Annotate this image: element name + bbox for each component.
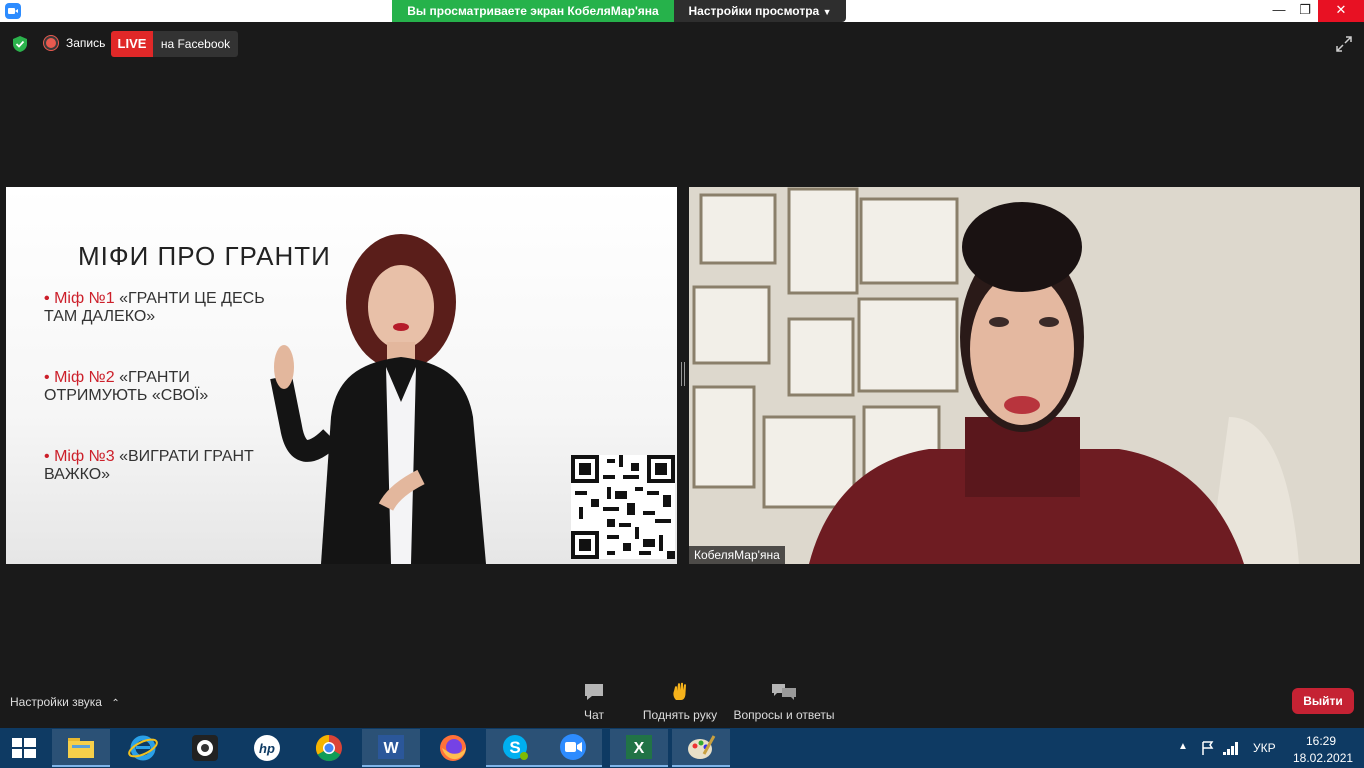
bullet-3: • (44, 448, 50, 465)
bullet-2: • (44, 369, 50, 386)
myth-2-line1: «ГРАНТИ (114, 369, 190, 386)
presenter-photo (270, 234, 486, 564)
folder-icon (68, 738, 94, 758)
action-center-flag-icon[interactable] (1200, 740, 1216, 756)
windows-start-icon[interactable] (0, 728, 48, 768)
chevron-down-icon: ▼ (822, 7, 832, 17)
recording-icon (44, 36, 58, 50)
chat-button[interactable]: Чат (575, 682, 613, 722)
myth-2: • Міф №2 «ГРАНТИ ОТРИМУЮТЬ «СВОЇ» (44, 369, 208, 405)
input-language[interactable]: УКР (1253, 741, 1276, 755)
split-view-handle[interactable] (681, 362, 685, 386)
myth-2-line2: ОТРИМУЮТЬ «СВОЇ» (44, 387, 209, 404)
video-frame (689, 187, 1360, 564)
clock-date[interactable]: 18.02.2021 (1293, 751, 1353, 765)
chevron-up-icon: ⌃ (111, 698, 120, 709)
myth-2-number: Міф №2 (54, 369, 115, 386)
svg-text:hp: hp (259, 741, 275, 756)
participant-video (689, 187, 1360, 564)
myth-1-number: Міф №1 (54, 290, 115, 307)
taskbar-file-explorer[interactable] (52, 729, 110, 767)
myth-3: • Міф №3 «ВИГРАТИ ГРАНТ ВАЖКО» (44, 448, 254, 484)
bullet-1: • (44, 290, 50, 307)
word-icon: W (378, 735, 404, 759)
audio-settings-label: Настройки звука (10, 695, 102, 709)
myth-3-number: Міф №3 (54, 448, 115, 465)
paint-icon (688, 735, 716, 759)
qr-code (571, 455, 675, 559)
taskbar-excel[interactable]: X (610, 729, 668, 767)
hand-icon (673, 682, 686, 700)
raise-hand-label: Поднять руку (642, 708, 718, 722)
tray-expand-icon[interactable]: ▲ (1178, 741, 1188, 752)
chat-label: Чат (584, 708, 604, 722)
myth-1: • Міф №1 «ГРАНТИ ЦЕ ДЕСЬ ТАМ ДАЛЕКО» (44, 290, 265, 326)
internet-explorer-icon (128, 735, 158, 761)
clock-time[interactable]: 16:29 (1306, 734, 1336, 748)
svg-text:W: W (383, 740, 399, 757)
taskbar-hp[interactable]: hp (238, 729, 296, 767)
myth-3-line2: ВАЖКО» (44, 466, 111, 483)
view-options-label: Настройки просмотра (688, 4, 820, 18)
leave-button[interactable]: Выйти (1292, 688, 1354, 714)
taskbar-paint[interactable] (672, 729, 730, 767)
taskbar-chrome[interactable] (300, 729, 358, 767)
recording-label[interactable]: Запись (66, 36, 105, 50)
shared-screen-slide: МІФИ ПРО ГРАНТИ • ​ • Міф №1 «ГРАНТИ ЦЕ … (6, 187, 677, 564)
chat-icon (585, 684, 603, 700)
chrome-icon (315, 734, 342, 762)
raise-hand-button[interactable]: Поднять руку (640, 682, 720, 722)
firefox-icon (440, 735, 466, 761)
svg-text:S: S (509, 738, 520, 757)
audio-settings-button[interactable]: Настройки звука ⌃ (10, 695, 120, 709)
taskbar-word[interactable]: W (362, 729, 420, 767)
excel-icon: X (626, 735, 652, 759)
restore-button[interactable]: ❐ (1290, 0, 1320, 22)
qa-button[interactable]: Вопросы и ответы (732, 682, 836, 722)
skype-icon: S (503, 735, 528, 760)
view-options-button[interactable]: Настройки просмотра ▼ (674, 0, 846, 22)
myth-3-line1: «ВИГРАТИ ГРАНТ (114, 448, 254, 465)
taskbar-internet-explorer[interactable] (114, 729, 172, 767)
webcam-icon (192, 735, 218, 761)
shield-icon[interactable] (12, 35, 28, 53)
taskbar-webcam[interactable] (176, 729, 234, 767)
fullscreen-icon[interactable] (1336, 36, 1352, 52)
hp-icon: hp (254, 735, 280, 761)
live-badge: LIVE (111, 31, 153, 57)
myth-1-line1: «ГРАНТИ ЦЕ ДЕСЬ (114, 290, 265, 307)
qa-icon (772, 684, 796, 700)
network-signal-icon[interactable] (1222, 740, 1240, 756)
close-button[interactable]: ✕ (1318, 0, 1364, 22)
zoom-app-icon (5, 3, 21, 19)
taskbar-skype[interactable]: S (486, 729, 544, 767)
myth-1-line2: ТАМ ДАЛЕКО» (44, 308, 156, 325)
svg-text:X: X (634, 740, 645, 757)
participant-name-label: КобеляМар'яна (689, 546, 785, 564)
taskbar-firefox[interactable] (424, 729, 482, 767)
zoom-icon (560, 734, 586, 760)
live-destination[interactable]: на Facebook (153, 31, 238, 57)
screen-share-banner: Вы просматриваете экран КобеляМар'яна (392, 0, 674, 22)
taskbar-zoom[interactable] (544, 729, 602, 767)
qa-label: Вопросы и ответы (733, 708, 835, 722)
